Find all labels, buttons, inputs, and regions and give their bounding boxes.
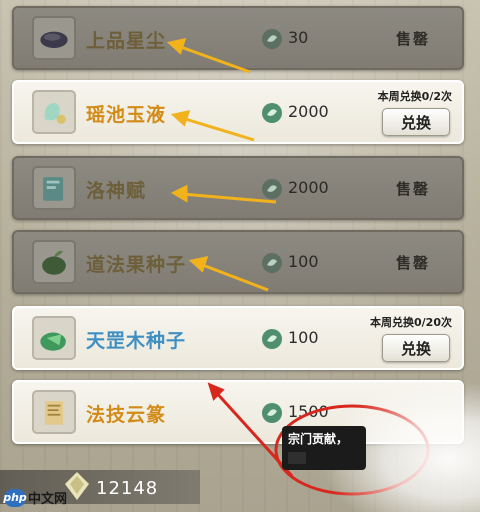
- item-price: 2000: [288, 178, 329, 197]
- book-item-icon[interactable]: [32, 166, 76, 210]
- exchange-button[interactable]: 兑换: [382, 108, 450, 136]
- item-price: 100: [288, 252, 319, 271]
- item-name: 道法果种子: [86, 254, 187, 276]
- php-logo: php: [3, 488, 27, 507]
- item-price: 2000: [288, 102, 329, 121]
- item-name: 洛神赋: [86, 180, 147, 202]
- wood-seed-item-icon[interactable]: [32, 316, 76, 360]
- shop-row-2: 瑶池玉液 2000 本周兑换0/2次 兑换: [12, 80, 464, 144]
- item-price: 30: [288, 28, 309, 47]
- jade-currency-icon: [262, 403, 282, 423]
- weekly-limit-label: 本周兑换0/2次: [377, 90, 452, 103]
- currency-balance: 12148: [96, 478, 159, 499]
- watermark-text: 中文网: [28, 492, 68, 507]
- tooltip-text: 宗门贡献，: [288, 432, 349, 446]
- stardust-item-icon[interactable]: [32, 16, 76, 60]
- item-name: 上品星尘: [86, 30, 167, 52]
- contribution-tooltip: 宗门贡献，: [282, 426, 366, 470]
- tooltip-line-2: [288, 452, 306, 464]
- fruit-seed-item-icon[interactable]: [32, 240, 76, 284]
- item-name: 天罡木种子: [86, 330, 187, 352]
- watermark: php 中文网: [3, 488, 68, 507]
- jade-currency-icon: [262, 329, 282, 349]
- item-name: 法技云篆: [86, 404, 167, 426]
- soldout-label: 售罄: [396, 254, 431, 272]
- weekly-limit-label: 本周兑换0/20次: [370, 316, 452, 329]
- scroll-item-icon[interactable]: [32, 390, 76, 434]
- shop-row-1: 上品星尘 30 售罄: [12, 6, 464, 70]
- item-name: 瑶池玉液: [86, 104, 167, 126]
- jade-currency-icon: [262, 29, 282, 49]
- soldout-label: 售罄: [396, 180, 431, 198]
- shop-row-5: 天罡木种子 100 本周兑换0/20次 兑换: [12, 306, 464, 370]
- jade-currency-icon: [262, 103, 282, 123]
- item-price: 100: [288, 328, 319, 347]
- jade-currency-icon: [262, 179, 282, 199]
- shop-row-3: 洛神赋 2000 售罄: [12, 156, 464, 220]
- jade-currency-icon: [262, 253, 282, 273]
- exchange-button[interactable]: 兑换: [382, 334, 450, 362]
- jade-liquid-item-icon[interactable]: [32, 90, 76, 134]
- shop-row-4: 道法果种子 100 售罄: [12, 230, 464, 294]
- soldout-label: 售罄: [396, 30, 431, 48]
